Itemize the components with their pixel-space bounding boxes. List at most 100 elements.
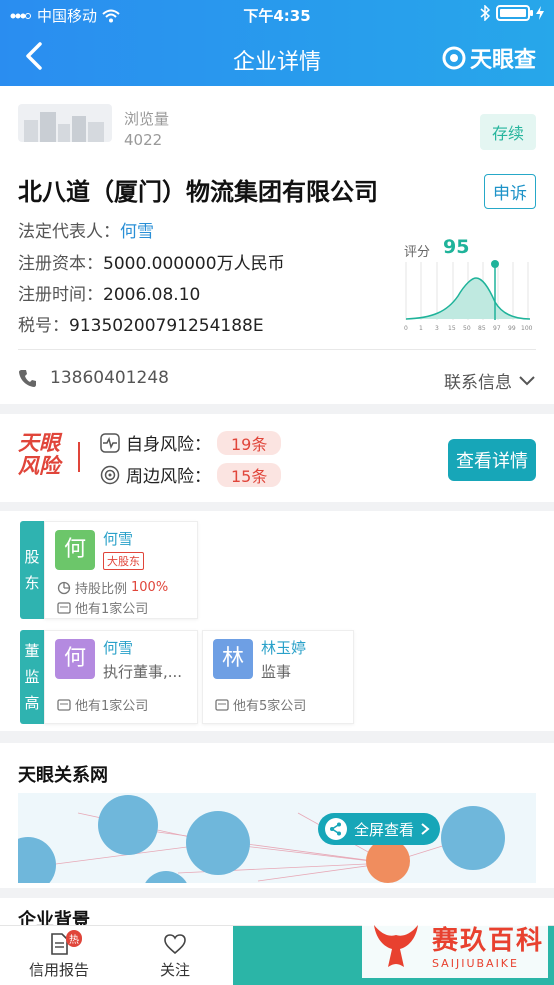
views-count: 4022 [124, 131, 163, 149]
legal-rep-row: 法定代表人：何雪 [18, 217, 154, 242]
companies-count: 他有5家公司 [233, 699, 307, 714]
relationship-graph[interactable]: 全屏查看 [18, 793, 536, 883]
legal-rep-label: 法定代表人： [18, 222, 120, 242]
tab-label: 关注 [159, 961, 190, 979]
divider [18, 349, 536, 350]
watermark: 赛玖百科 SAIJIUBAIKE [362, 912, 548, 978]
tab-follow[interactable]: 关注 [130, 932, 220, 980]
tag-char: 东 [24, 574, 40, 592]
tianyancha-logo-icon [442, 46, 466, 70]
share-ratio-row: 持股比例 100% [57, 578, 168, 597]
status-badge: 存续 [479, 114, 536, 150]
shareholder-card[interactable]: 何 何雪 大股东 持股比例 100% 他有1家公司 [44, 521, 198, 619]
watermark-title: 赛玖百科 [432, 926, 545, 956]
score-axis-label: 97 [493, 325, 501, 332]
network-card: 天眼关系网 全屏查看 [0, 743, 554, 888]
people-card: 股 东 何 何雪 大股东 持股比例 100% 他有1家公司 董 监 高 何 何雪… [0, 511, 554, 731]
reg-time-value: 2006.08.10 [103, 285, 201, 305]
appeal-button[interactable]: 申诉 [484, 174, 536, 209]
share-icon [325, 818, 347, 840]
views-label: 浏览量 [124, 110, 170, 128]
whale-tail-icon [374, 925, 418, 967]
tax-label: 税号： [18, 316, 69, 336]
fullscreen-button[interactable]: 全屏查看 [318, 813, 441, 845]
view-details-button[interactable]: 查看详情 [448, 439, 536, 481]
avatar: 何 [55, 639, 95, 679]
company-logo-placeholder [18, 104, 112, 142]
pulse-icon [100, 432, 120, 453]
executive-card[interactable]: 林 林玉婷 监事 他有5家公司 [202, 630, 354, 724]
card-icon [215, 698, 229, 711]
hot-badge: 热 [66, 930, 82, 947]
executives-tag: 董 监 高 [20, 630, 44, 724]
network-title: 天眼关系网 [18, 765, 108, 786]
companies-row[interactable]: 他有1家公司 [57, 695, 148, 714]
tag-char: 监 [24, 668, 40, 686]
score-axis-label: 15 [448, 325, 456, 332]
legal-rep-link[interactable]: 何雪 [120, 222, 154, 242]
brand-name: 天眼查 [469, 48, 536, 73]
companies-count: 他有1家公司 [75, 699, 149, 714]
executive-role: 监事 [261, 663, 292, 681]
contact-info-toggle[interactable]: 联系信息 [444, 368, 536, 393]
building-icon [24, 112, 104, 142]
executive-name[interactable]: 何雪 [103, 637, 133, 658]
reg-time-label: 注册时间： [18, 285, 103, 305]
watermark-text: 赛玖百科 SAIJIUBAIKE [432, 920, 544, 970]
risk-separator [78, 442, 80, 472]
executive-card[interactable]: 何 何雪 执行董事,... 他有1家公司 [44, 630, 198, 724]
score-axis-label: 50 [463, 325, 471, 332]
status-time: 下午4:35 [243, 7, 311, 25]
card-icon [57, 698, 71, 711]
pie-icon [57, 581, 71, 594]
score-axis-label: 3 [435, 325, 439, 332]
fullscreen-label: 全屏查看 [354, 820, 415, 839]
executive-role: 执行董事,... [103, 663, 183, 681]
avatar: 何 [55, 530, 95, 570]
watermark-subtitle: SAIJIUBAIKE [432, 957, 519, 970]
executive-name[interactable]: 林玉婷 [261, 637, 306, 658]
shareholders-tag: 股 东 [20, 521, 44, 619]
brand-logo[interactable]: 天眼查 [442, 42, 536, 74]
companies-row[interactable]: 他有1家公司 [57, 598, 148, 617]
score-value: 95 [443, 236, 470, 258]
score-axis-label: 0 [404, 325, 408, 332]
company-name: 北八道（厦门）物流集团有限公司 [18, 178, 378, 206]
tag-char: 股 [24, 548, 40, 566]
chevron-down-icon [519, 375, 535, 385]
heart-icon [164, 934, 186, 955]
companies-row[interactable]: 他有5家公司 [215, 695, 306, 714]
tab-credit-report[interactable]: 热 信用报告 [14, 930, 104, 980]
risk-card: 天眼 风险 自身风险： 19条 周边风险： 15条 查看详情 [0, 414, 554, 502]
contact-info-label: 联系信息 [444, 373, 512, 393]
score-distribution-chart[interactable]: 0 1 3 15 50 85 97 99 100 [402, 256, 534, 332]
score-axis-label: 85 [478, 325, 486, 332]
reg-time-row: 注册时间：2006.08.10 [18, 280, 200, 305]
major-shareholder-badge: 大股东 [103, 552, 144, 570]
company-card: 浏览量 4022 存续 北八道（厦门）物流集团有限公司 申诉 法定代表人：何雪 … [0, 86, 554, 404]
capital-value: 5000.000000万人民币 [103, 254, 285, 274]
capital-row: 注册资本：5000.000000万人民币 [18, 249, 285, 274]
nav-bar: 企业详情 天眼查 [0, 30, 554, 86]
tax-row: 税号：91350200791254188E [18, 311, 264, 336]
phone-icon[interactable] [18, 368, 38, 388]
self-risk-label: 自身风险： [126, 435, 211, 455]
share-ratio-value: 100% [131, 580, 169, 595]
battery-icon [496, 5, 533, 21]
phone-number[interactable]: 13860401248 [50, 368, 169, 388]
radar-icon [100, 465, 120, 484]
around-risk-row[interactable]: 周边风险： 15条 [100, 462, 282, 487]
around-risk-label: 周边风险： [126, 467, 211, 487]
capital-label: 注册资本： [18, 254, 103, 274]
share-ratio-label: 持股比例 [75, 582, 128, 597]
self-risk-row[interactable]: 自身风险： 19条 [100, 430, 282, 455]
tag-char: 高 [24, 694, 40, 712]
status-right [480, 5, 544, 21]
charging-icon [536, 6, 544, 20]
network-graph-art [18, 795, 505, 883]
shareholder-name[interactable]: 何雪 [103, 528, 133, 549]
score-axis-label: 100 [521, 325, 533, 332]
chevron-right-icon [421, 823, 430, 835]
companies-count: 他有1家公司 [75, 602, 149, 617]
bluetooth-icon [480, 5, 490, 21]
